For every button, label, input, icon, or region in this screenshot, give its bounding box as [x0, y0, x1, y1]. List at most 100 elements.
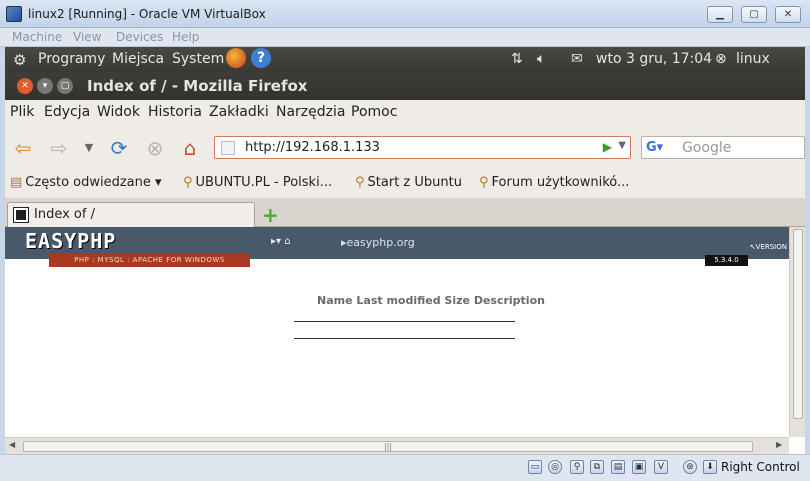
home-icon: ⌂: [284, 236, 291, 247]
search-bar[interactable]: G▾ Google: [641, 136, 805, 159]
scroll-right-icon[interactable]: ▶: [776, 440, 782, 449]
shared-folders-icon[interactable]: ▤: [611, 460, 625, 474]
firefox-navbar: ⇦ ⇨ ▼ ⟳ ⊗ ⌂ http://192.168.1.133 ▶ ▼ G▾ …: [5, 126, 805, 168]
divider: [294, 321, 515, 322]
tab-title: Index of /: [34, 207, 95, 222]
cdrom-icon[interactable]: ◎: [548, 460, 562, 474]
vbox-menu-view[interactable]: View: [73, 30, 101, 44]
horizontal-scrollbar[interactable]: ◀ ||| ▶: [5, 437, 789, 454]
bookmark-forum[interactable]: ⚲ Forum użytkownikó...: [479, 175, 629, 190]
scroll-thumb[interactable]: |||: [23, 441, 753, 452]
bookmark-label: UBUNTU.PL - Polski...: [195, 175, 333, 190]
keyboard-capture-icon[interactable]: ⬇: [703, 460, 717, 474]
easyphp-org-link[interactable]: ▸easyphp.org: [341, 236, 415, 249]
search-placeholder[interactable]: Google: [682, 140, 731, 156]
ff-menu-plik[interactable]: Plik: [10, 104, 34, 120]
url-text[interactable]: http://192.168.1.133: [245, 140, 380, 155]
bookmark-label: Forum użytkownikó...: [491, 175, 630, 190]
firefox-titlebar: ✕ ▾ ▢ Index of / - Mozilla Firefox: [5, 72, 805, 100]
panel-menu-miejsca[interactable]: Miejsca: [112, 51, 164, 67]
tab-index-of[interactable]: Index of /: [7, 202, 255, 227]
vertical-scrollbar[interactable]: [789, 227, 805, 437]
guest-screen: ⚙ Programy Miejsca System ? ⇅ 🔈︎ ✉ wto 3…: [5, 47, 805, 454]
vbox-titlebar: linux2 [Running] - Oracle VM VirtualBox …: [0, 0, 810, 28]
listing-header[interactable]: Name Last modified Size Description: [317, 294, 545, 307]
volume-icon[interactable]: 🔈︎: [537, 51, 545, 67]
link-label: easyphp.org: [346, 236, 415, 249]
version-text: VERSION: [755, 243, 787, 251]
firefox-menubar: Plik Edycja Widok Historia Zakładki Narz…: [5, 100, 805, 126]
firefox-launcher-icon[interactable]: [226, 48, 246, 68]
mail-icon[interactable]: ✉: [571, 51, 583, 67]
home-icon[interactable]: ⌂: [178, 136, 202, 160]
bookmark-most-visited[interactable]: ▤ Często odwiedzane ▾: [10, 175, 162, 190]
vbox-menubar: Machine View Devices Help: [0, 28, 810, 47]
ff-menu-pomoc[interactable]: Pomoc: [351, 104, 397, 120]
home-nav-link[interactable]: ▸▾ ⌂: [271, 236, 291, 247]
divider: [294, 338, 515, 339]
network-adapter-icon[interactable]: ⧉: [590, 460, 604, 474]
forward-icon[interactable]: ⇨: [47, 136, 71, 160]
ff-maximize-icon[interactable]: ▢: [57, 78, 73, 94]
gnome-top-panel: ⚙ Programy Miejsca System ? ⇅ 🔈︎ ✉ wto 3…: [5, 47, 805, 72]
easyphp-tagline: PHP : MYSQL : APACHE FOR WINDOWS: [49, 254, 250, 267]
tab-strip: Index of / +: [5, 198, 805, 227]
site-favicon: [221, 141, 235, 155]
vbox-menu-devices[interactable]: Devices: [116, 30, 163, 44]
ubuntu-logo-icon[interactable]: ⚙: [13, 51, 26, 69]
version-badge: 5.3.4.0: [705, 255, 748, 266]
ff-menu-historia[interactable]: Historia: [148, 104, 202, 120]
arrow-icon: ▸▾: [271, 236, 285, 247]
vbox-window-title: linux2 [Running] - Oracle VM VirtualBox: [28, 7, 266, 21]
google-engine-icon[interactable]: G▾: [646, 140, 663, 155]
url-dropdown-icon[interactable]: ▼: [618, 140, 626, 151]
network-icon[interactable]: ⇅: [511, 51, 523, 67]
panel-menu-programy[interactable]: Programy: [38, 51, 105, 67]
help-launcher-icon[interactable]: ?: [251, 48, 271, 68]
stop-icon[interactable]: ⊗: [143, 136, 167, 160]
folder-icon: ▤: [10, 175, 23, 190]
bookmark-ubuntu-pl[interactable]: ⚲ UBUNTU.PL - Polski...: [183, 175, 332, 190]
host-key-label: Right Control: [721, 460, 800, 474]
ff-menu-zakladki[interactable]: Zakładki: [209, 104, 269, 120]
new-tab-icon[interactable]: +: [262, 203, 279, 227]
close-button[interactable]: ✕: [775, 6, 801, 23]
ff-menu-narzedzia[interactable]: Narzędzia: [276, 104, 345, 120]
reload-icon[interactable]: ⟳: [107, 136, 131, 160]
scroll-left-icon[interactable]: ◀: [9, 440, 15, 449]
ff-menu-edycja[interactable]: Edycja: [44, 104, 90, 120]
scroll-thumb[interactable]: [793, 229, 803, 419]
ff-minimize-icon[interactable]: ▾: [37, 78, 53, 94]
virtualbox-icon: [6, 6, 22, 22]
vbox-menu-help[interactable]: Help: [172, 30, 199, 44]
ff-menu-widok[interactable]: Widok: [97, 104, 140, 120]
bookmark-label: Start z Ubuntu: [367, 175, 462, 190]
easyphp-favicon: [13, 207, 29, 223]
minimize-button[interactable]: ▁: [707, 6, 733, 23]
panel-username[interactable]: linux: [736, 51, 770, 67]
usb-icon[interactable]: ⚲: [570, 460, 584, 474]
panel-clock[interactable]: wto 3 gru, 17:04: [596, 51, 712, 67]
version-label: ↖VERSION: [750, 243, 787, 251]
mouse-integration-icon[interactable]: ⊛: [683, 460, 697, 474]
bookmark-start-ubuntu[interactable]: ⚲ Start z Ubuntu: [355, 175, 462, 190]
firefox-window-title: Index of / - Mozilla Firefox: [87, 77, 308, 95]
url-bar[interactable]: http://192.168.1.133 ▶ ▼: [214, 136, 631, 159]
back-icon[interactable]: ⇦: [11, 136, 35, 160]
bookmark-icon: ⚲: [183, 175, 193, 190]
ff-close-icon[interactable]: ✕: [17, 78, 33, 94]
bookmarks-toolbar: ▤ Często odwiedzane ▾ ⚲ UBUNTU.PL - Polski…: [5, 168, 805, 198]
panel-menu-system[interactable]: System: [172, 51, 224, 67]
bookmark-icon: ⚲: [479, 175, 489, 190]
maximize-button[interactable]: ▢: [741, 6, 767, 23]
go-arrow-icon[interactable]: ▶: [603, 140, 612, 154]
vbox-menu-machine[interactable]: Machine: [12, 30, 62, 44]
history-dropdown-icon[interactable]: ▼: [77, 136, 101, 160]
harddisk-icon[interactable]: ▭: [528, 460, 542, 474]
bookmark-icon: ⚲: [355, 175, 365, 190]
video-capture-icon[interactable]: ▣: [632, 460, 646, 474]
vbox-statusbar: ▭ ◎ ⚲ ⧉ ▤ ▣ V ⊛ ⬇ Right Control: [0, 454, 810, 481]
session-icon[interactable]: ⊗: [715, 51, 727, 67]
virtualization-icon[interactable]: V: [654, 460, 668, 474]
easyphp-logo: EASYPHP: [25, 229, 117, 253]
